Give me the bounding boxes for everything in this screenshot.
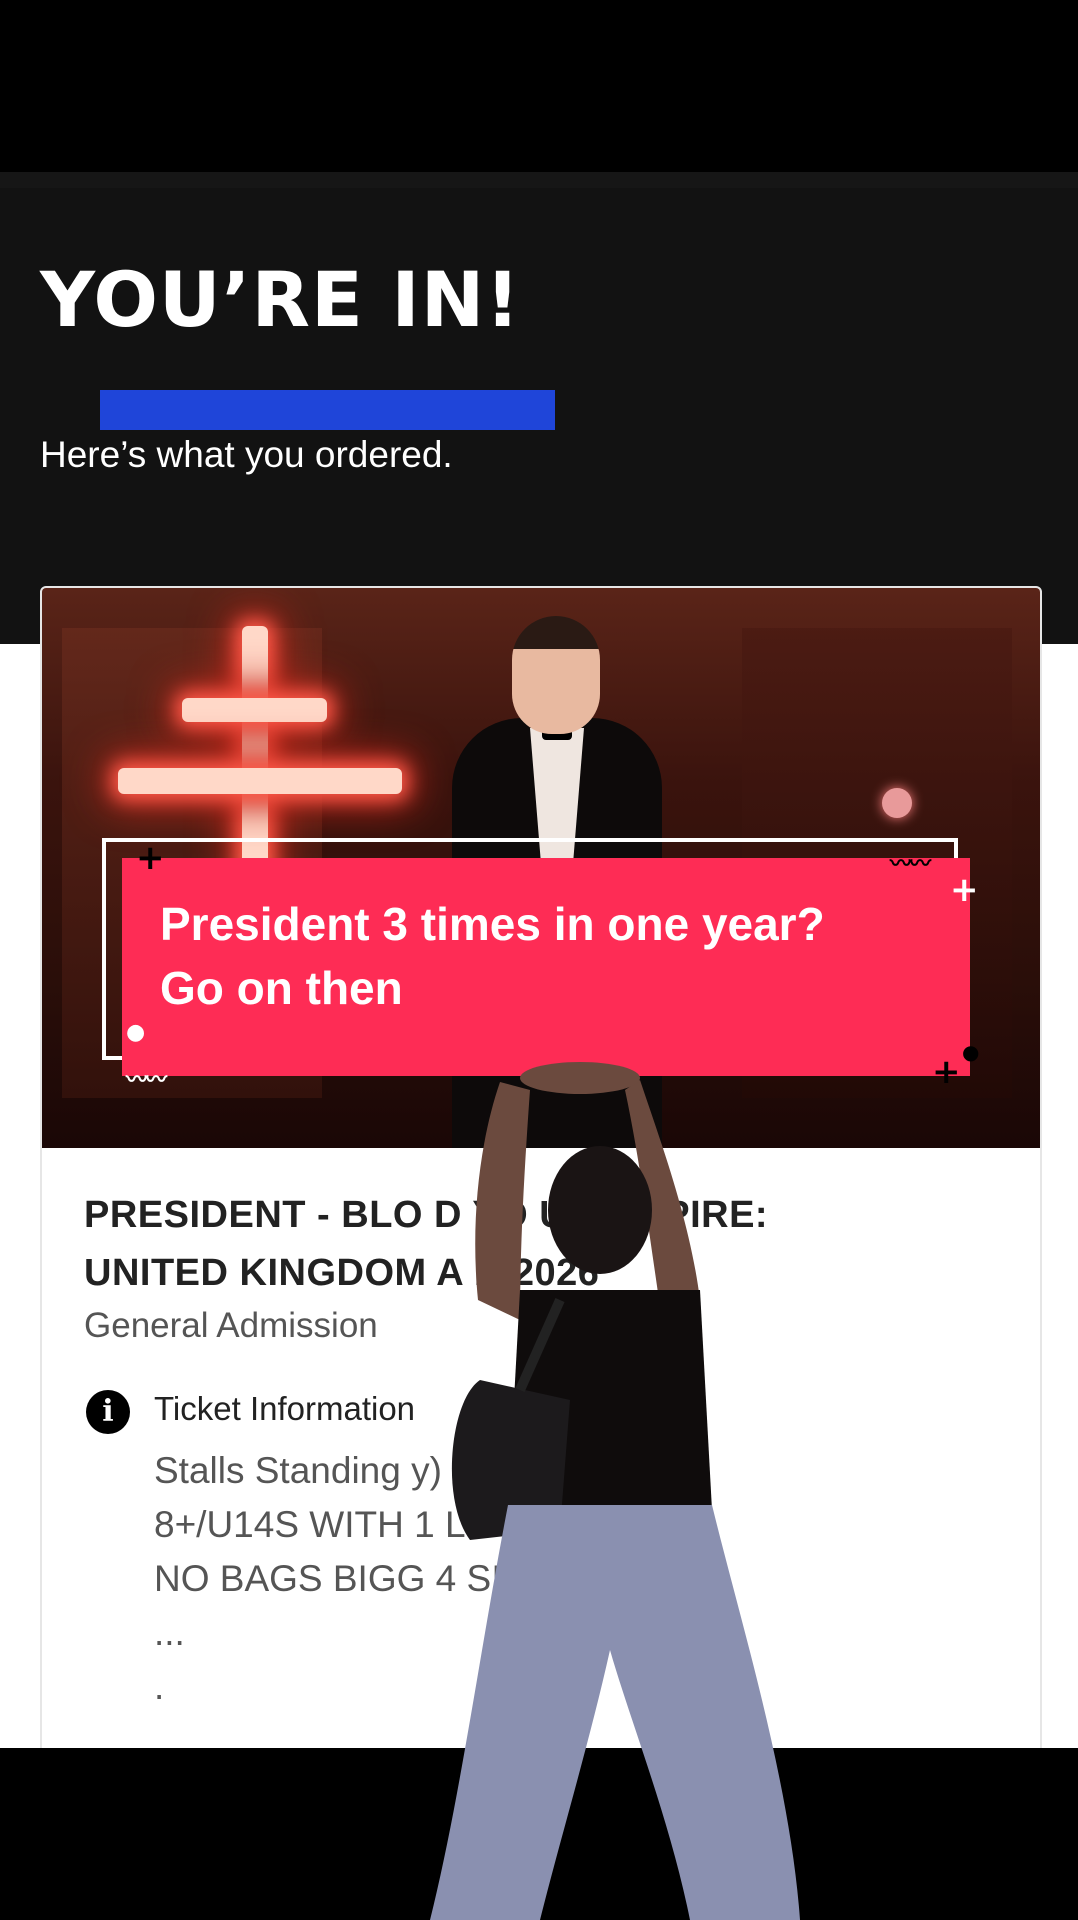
ticket-type: General Admission — [84, 1306, 378, 1345]
caption-line-1: President 3 times in one year? — [160, 898, 825, 950]
sparkle-plus-icon: + — [950, 870, 979, 910]
ticket-info-label: Ticket Information — [154, 1390, 416, 1427]
headline-underline — [100, 390, 555, 430]
dot-icon: ● — [126, 1020, 146, 1045]
bottom-black-bar — [0, 1748, 1078, 1920]
confirmation-hero: YOU’RE IN! Here’s what you ordered. — [0, 188, 1078, 644]
caption-line-2: Go on then — [160, 962, 403, 1014]
ticket-info-details: Stalls Standing y) 8+/U14S WITH 1 LE NO … — [154, 1444, 549, 1714]
neon-cross-top-bar — [182, 698, 327, 722]
ticket-info-line: Stalls Standing y) — [154, 1450, 442, 1491]
header-separator — [0, 172, 1078, 188]
banner-clock — [882, 788, 912, 818]
order-card: PRESIDENT - BLO D YO UR EMPIRE: UNITED K… — [40, 586, 1042, 1748]
page-title: YOU’RE IN! — [40, 255, 521, 344]
event-title-line-2: UNITED KINGDOM A N 2026 — [84, 1252, 600, 1294]
video-caption: President 3 times in one year? Go on the… — [160, 892, 940, 1020]
banner-person-head — [512, 616, 600, 734]
ticket-info-line: 8+/U14S WITH 1 LE — [154, 1504, 491, 1545]
sparkle-plus-icon: + — [932, 1052, 961, 1092]
info-icon: i — [86, 1390, 130, 1434]
zigzag-icon: 〰〰 — [126, 1068, 167, 1093]
ticket-info-line: ... — [154, 1612, 185, 1653]
event-title: PRESIDENT - BLO D YO UR EMPIRE: UNITED K… — [84, 1186, 984, 1302]
sparkle-plus-icon: + — [136, 838, 165, 878]
neon-cross-bottom-bar — [118, 768, 402, 794]
page-subtitle: Here’s what you ordered. — [40, 434, 453, 475]
event-title-line-1: PRESIDENT - BLO D YO UR EMPIRE: — [84, 1194, 769, 1236]
zigzag-icon: 〰〰 — [890, 852, 931, 877]
ticket-info-line: NO BAGS BIGG 4 SIZE — [154, 1558, 549, 1599]
ticket-info-line: . — [154, 1666, 165, 1707]
dot-icon: ● — [962, 1040, 980, 1064]
top-black-bar — [0, 0, 1078, 172]
headline-block: YOU’RE IN! — [40, 255, 555, 430]
